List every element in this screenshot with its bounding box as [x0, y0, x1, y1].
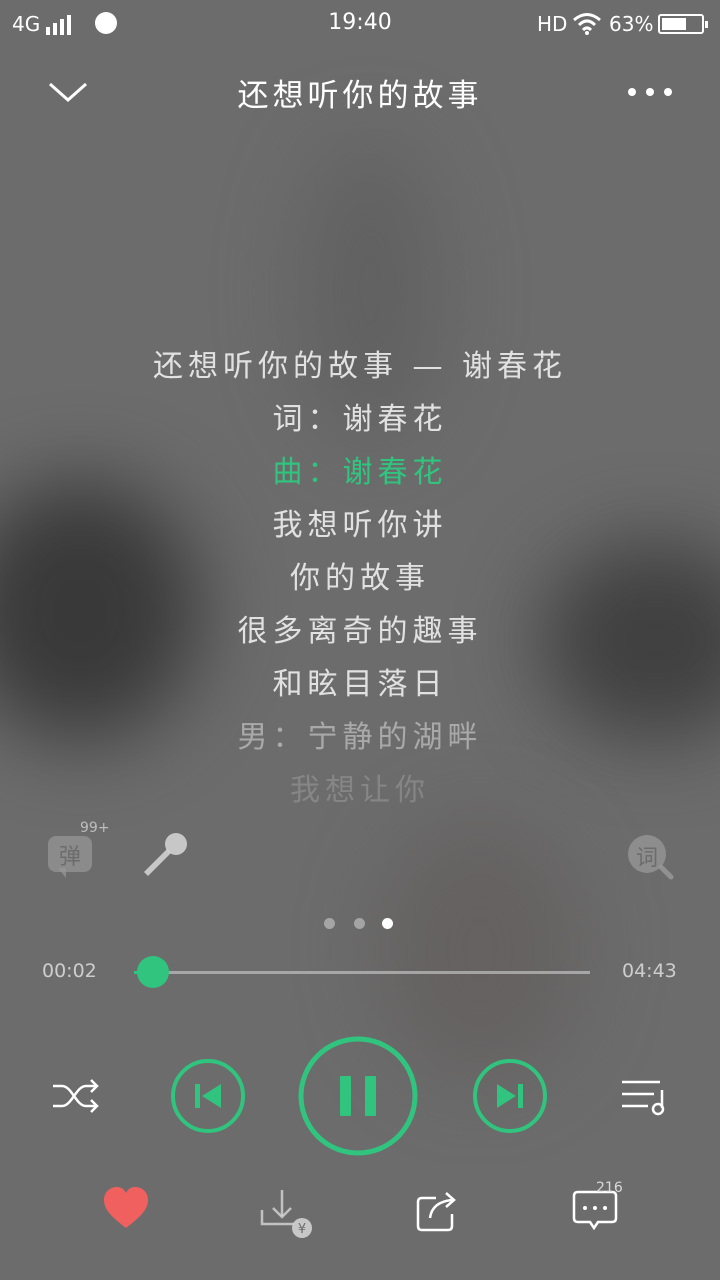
lyric-line: 还想听你的故事 — 谢春花 — [152, 349, 568, 384]
lyric-search-label: 词 — [635, 846, 658, 871]
danmu-icon[interactable]: 弹 99+ — [48, 820, 110, 878]
page-dot[interactable] — [324, 918, 335, 929]
lyric-line-current: 曲：谢春花 — [272, 455, 448, 490]
svg-text:¥: ¥ — [298, 1222, 306, 1237]
battery-icon — [658, 14, 708, 34]
lyric-line: 我想听你讲 — [272, 508, 448, 543]
download-paid-icon[interactable]: ¥ — [256, 1186, 316, 1240]
comment-count: 216 — [596, 1180, 623, 1196]
share-icon[interactable] — [414, 1188, 462, 1232]
page-dot[interactable] — [382, 918, 393, 929]
battery-percent: 63% — [609, 12, 654, 36]
lyrics-panel[interactable]: 还想听你的故事 — 谢春花 词：谢春花 曲：谢春花 我想听你讲 你的故事 很多离… — [0, 340, 720, 818]
page-indicator — [324, 918, 396, 930]
more-icon[interactable] — [622, 76, 678, 108]
comment-button[interactable]: 216 — [570, 1180, 630, 1234]
lyric-search-icon[interactable]: 词 — [626, 834, 676, 880]
elapsed-time: 00:02 — [42, 960, 97, 982]
hd-indicator: HD — [537, 12, 568, 36]
pause-icon[interactable] — [298, 1036, 418, 1156]
player-header: 还想听你的故事 — [0, 56, 720, 128]
lyric-line: 你的故事 — [290, 561, 430, 596]
lyric-line: 很多离奇的趣事 — [237, 614, 483, 649]
shuffle-icon[interactable] — [50, 1074, 102, 1118]
playlist-icon[interactable] — [618, 1074, 670, 1118]
page-dot[interactable] — [354, 918, 365, 929]
chevron-down-icon[interactable] — [46, 74, 90, 110]
danmu-badge: 99+ — [80, 820, 110, 836]
heart-icon[interactable] — [102, 1186, 150, 1230]
total-time: 04:43 — [622, 960, 677, 982]
progress-track[interactable] — [134, 971, 590, 974]
song-title: 还想听你的故事 — [237, 78, 483, 114]
previous-icon[interactable] — [170, 1058, 246, 1134]
microphone-icon[interactable] — [140, 830, 192, 880]
danmu-label: 弹 — [58, 845, 81, 870]
lyric-line: 和眩目落日 — [272, 667, 448, 702]
progress-handle[interactable] — [137, 956, 170, 988]
next-icon[interactable] — [472, 1058, 548, 1134]
lyric-line: 我想让你 — [290, 773, 430, 808]
lyric-line: 男：宁静的湖畔 — [237, 720, 483, 755]
status-bar: 4G 19:40 HD 63% — [0, 0, 720, 48]
lyric-line: 词：谢春花 — [272, 402, 448, 437]
wifi-icon — [573, 13, 601, 35]
